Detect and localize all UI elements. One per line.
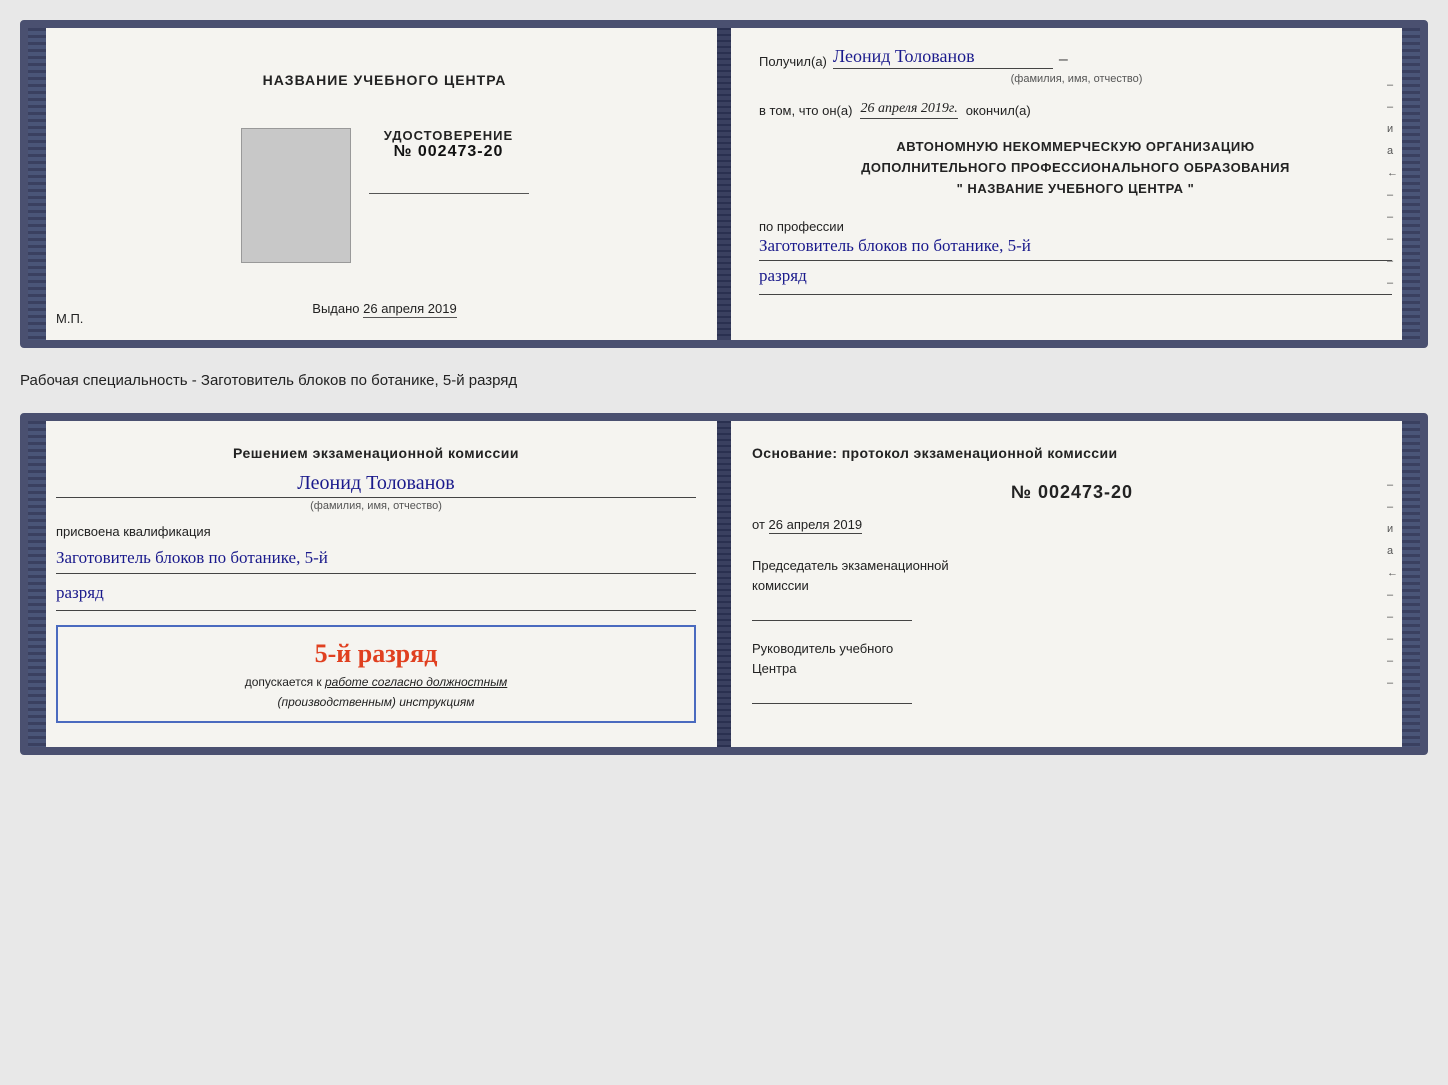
from-date-line: от 26 апреля 2019 (752, 517, 1392, 532)
bottom-card-left: Решением экзаменационной комиссии Леонид… (28, 421, 724, 747)
top-certificate-card: НАЗВАНИЕ УЧЕБНОГО ЦЕНТРА УДОСТОВЕРЕНИЕ №… (20, 20, 1428, 348)
bottom-card-right: Основание: протокол экзаменационной коми… (724, 421, 1420, 747)
org-line1: АВТОНОМНУЮ НЕКОММЕРЧЕСКУЮ ОРГАНИЗАЦИЮ (759, 137, 1392, 158)
rank-bottom-value: разряд (56, 578, 696, 612)
recipient-label: Получил(а) (759, 54, 827, 69)
recipient-subtext: (фамилия, имя, отчество) (761, 73, 1392, 85)
stamp-box: 5-й разряд допускается к работе согласно… (56, 625, 696, 723)
bottom-spine-texture (717, 421, 731, 747)
recipient-line: Получил(а) Леонид Толованов – (759, 46, 1392, 69)
stamp-admission-value: работе согласно должностным (325, 675, 507, 689)
specialty-line: Рабочая специальность - Заготовитель бло… (20, 366, 1428, 395)
bottom-side-marks: – – и а ← – – – – – (1387, 479, 1398, 689)
profession-value: Заготовитель блоков по ботанике, 5-й (759, 234, 1392, 261)
qualification-value: Заготовитель блоков по ботанике, 5-й (56, 545, 696, 574)
from-prefix: от (752, 517, 765, 532)
date-prefix: в том, что он(а) (759, 103, 852, 118)
cert-number: № 002473-20 (384, 143, 513, 161)
basis-label: Основание: протокол экзаменационной коми… (752, 443, 1392, 464)
org-line3: " НАЗВАНИЕ УЧЕБНОГО ЦЕНТРА " (759, 179, 1392, 200)
qualification-label: присвоена квалификация (56, 524, 696, 539)
mp-label: М.П. (56, 311, 83, 326)
issued-line: Выдано 26 апреля 2019 (312, 301, 456, 316)
completion-date-line: в том, что он(а) 26 апреля 2019г. окончи… (759, 101, 1392, 119)
cert-number-block: УДОСТОВЕРЕНИЕ № 002473-20 (384, 128, 513, 161)
stamp-instructions: (производственным) инструкциям (277, 695, 474, 709)
stamp-admission-prefix: допускается к (245, 675, 322, 689)
rank-value: разряд (759, 261, 1392, 295)
top-card-left: НАЗВАНИЕ УЧЕБНОГО ЦЕНТРА УДОСТОВЕРЕНИЕ №… (28, 28, 731, 340)
issued-prefix: Выдано (312, 301, 359, 316)
recipient-name: Леонид Толованов (833, 46, 1053, 69)
director-sig-line (752, 686, 912, 704)
director-block: Руководитель учебного Центра (752, 639, 1392, 704)
stamp-admission: допускается к работе согласно должностны… (245, 675, 508, 689)
photo-placeholder (241, 128, 351, 263)
recipient-dash: – (1059, 51, 1068, 69)
chairman-sig-line (752, 603, 912, 621)
decision-name: Леонид Толованов (56, 472, 696, 498)
profession-block: по профессии Заготовитель блоков по бота… (759, 219, 1392, 294)
top-card-right: Получил(а) Леонид Толованов – (фамилия, … (731, 28, 1420, 340)
director-label: Руководитель учебного Центра (752, 639, 1392, 678)
profession-prefix: по профессии (759, 219, 1392, 234)
org-block: АВТОНОМНУЮ НЕКОММЕРЧЕСКУЮ ОРГАНИЗАЦИЮ ДО… (759, 137, 1392, 199)
training-center-title-left: НАЗВАНИЕ УЧЕБНОГО ЦЕНТРА (263, 72, 507, 88)
org-line2: ДОПОЛНИТЕЛЬНОГО ПРОФЕССИОНАЛЬНОГО ОБРАЗО… (759, 158, 1392, 179)
side-marks: – – и а ← – – – – – (1387, 79, 1398, 289)
decision-text: Решением экзаменационной комиссии (56, 443, 696, 464)
chairman-label: Председатель экзаменационной комиссии (752, 556, 1392, 595)
bottom-certificate-card: Решением экзаменационной комиссии Леонид… (20, 413, 1428, 755)
cert-label: УДОСТОВЕРЕНИЕ (384, 128, 513, 143)
protocol-number: № 002473-20 (752, 482, 1392, 503)
from-date-value: 26 апреля 2019 (769, 517, 863, 534)
decision-subtext: (фамилия, имя, отчество) (56, 500, 696, 512)
spine-texture (717, 28, 731, 340)
stamp-rank: 5-й разряд (315, 639, 438, 669)
date-suffix: окончил(а) (966, 103, 1031, 118)
issued-date: 26 апреля 2019 (363, 301, 457, 318)
date-value: 26 апреля 2019г. (860, 101, 957, 119)
page-container: НАЗВАНИЕ УЧЕБНОГО ЦЕНТРА УДОСТОВЕРЕНИЕ №… (20, 20, 1428, 755)
chairman-block: Председатель экзаменационной комиссии (752, 556, 1392, 621)
